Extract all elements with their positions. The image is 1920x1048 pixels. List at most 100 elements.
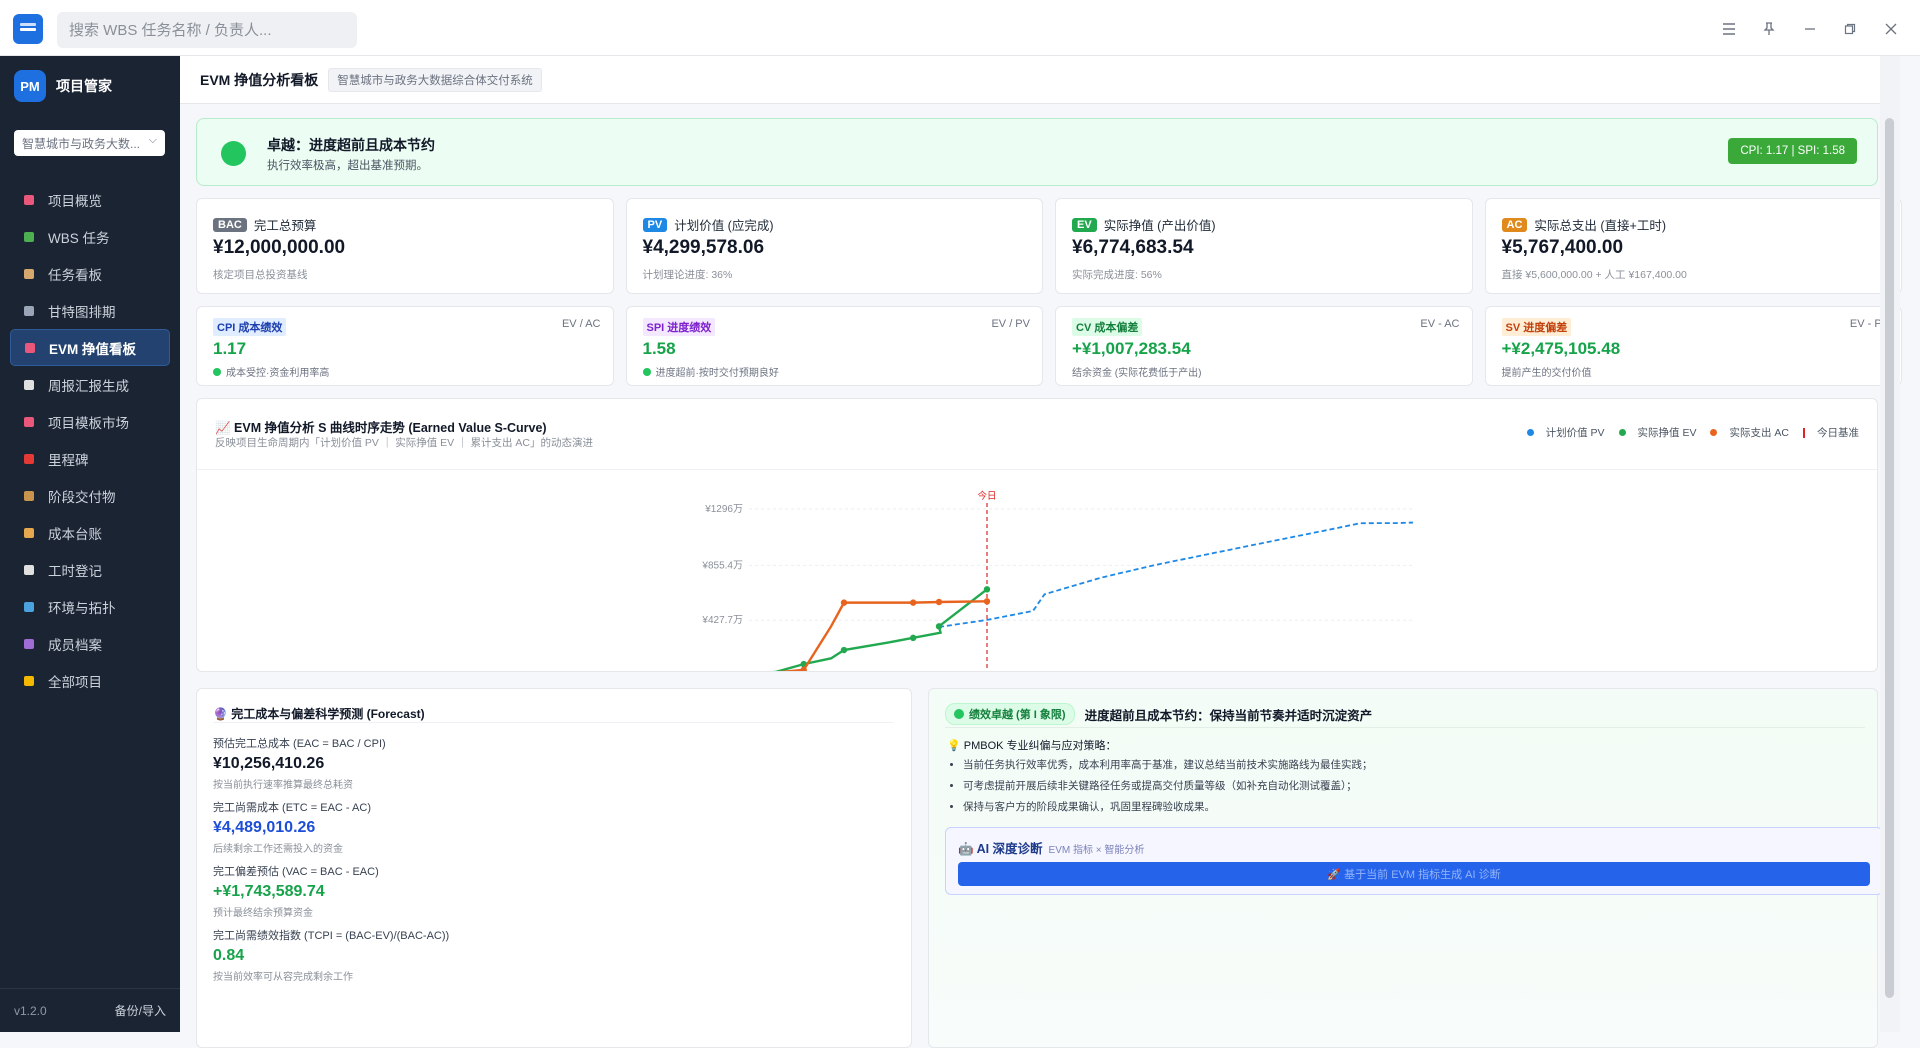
sidebar-item-10[interactable]: 工时登记 bbox=[0, 551, 180, 588]
y-tick-label: ¥1296万 bbox=[704, 504, 743, 515]
sidebar-item-5[interactable]: 周报汇报生成 bbox=[0, 366, 180, 403]
forecast-label: 完工偏差预估 (VAC = BAC - EAC) bbox=[213, 866, 379, 878]
chevron-down-icon: ⌵ bbox=[148, 134, 157, 146]
sidebar-item-label: 甘特图排期 bbox=[48, 304, 116, 320]
perf-card-0: CPI 成本绩效 EV / AC 1.17 成本受控·资金利用率高 bbox=[196, 306, 614, 386]
sidebar-item-label: 里程碑 bbox=[48, 452, 89, 468]
quadrant-badge-label: 绩效卓越 (第 I 象限) bbox=[969, 709, 1066, 721]
advice-card: 绩效卓越 (第 I 象限) 进度超前且成本节约：保持当前节奏并适时沉淀资产 💡 … bbox=[928, 688, 1883, 1048]
page-title: EVM 挣值分析看板 bbox=[200, 71, 319, 88]
sidebar-item-11[interactable]: 环境与拓扑 bbox=[0, 588, 180, 625]
sidebar-item-12[interactable]: 成员档案 bbox=[0, 625, 180, 662]
forecast-value: 0.84 bbox=[213, 947, 245, 964]
sidebar-item-1[interactable]: WBS 任务 bbox=[0, 218, 180, 255]
forecast-label: 完工尚需绩效指数 (TCPI = (BAC-EV)/(BAC-AC)) bbox=[213, 930, 450, 942]
forecast-desc: 按当前执行速率推算最终总耗资 bbox=[213, 780, 353, 791]
y-tick-label: ¥427.7万 bbox=[701, 615, 743, 626]
clipboard-icon bbox=[22, 267, 36, 281]
sidebar-item-label: WBS 任务 bbox=[48, 230, 110, 246]
menu-icon[interactable] bbox=[1718, 18, 1740, 40]
close-icon[interactable] bbox=[1880, 18, 1902, 40]
perf-label: CPI 成本绩效 bbox=[213, 318, 287, 336]
series-point bbox=[935, 623, 943, 630]
sidebar-item-0[interactable]: 项目概览 bbox=[0, 181, 180, 218]
project-select[interactable]: 智慧城市与政务大数... ⌵ bbox=[14, 130, 165, 156]
divider bbox=[945, 727, 1865, 728]
ai-hint: EVM 指标 × 智能分析 bbox=[1048, 845, 1145, 856]
forecast-label: 预估完工总成本 (EAC = BAC / CPI) bbox=[213, 738, 386, 750]
forecast-row: 完工偏差预估 (VAC = BAC - EAC) +¥1,743,589.74 预计… bbox=[213, 863, 379, 919]
forecast-label: 完工尚需成本 (ETC = EAC - AC) bbox=[213, 802, 371, 814]
y-tick-label: ¥0 bbox=[731, 670, 744, 671]
kpi-value: ¥12,000,000.00 bbox=[213, 237, 346, 258]
sidebar-item-4[interactable]: EVM 挣值看板 bbox=[10, 329, 170, 366]
globe-icon bbox=[22, 600, 36, 614]
scrollbar-thumb[interactable] bbox=[1885, 118, 1894, 998]
sidebar-item-label: 任务看板 bbox=[48, 267, 102, 283]
perf-sub: 结余资金 (实际花费低于产出) bbox=[1072, 364, 1201, 379]
sidebar-item-13[interactable]: 全部项目 bbox=[0, 662, 180, 699]
restore-icon[interactable] bbox=[1839, 18, 1861, 40]
kpi-sub: 核定项目总投资基线 bbox=[213, 269, 308, 281]
advice-header: 绩效卓越 (第 I 象限) 进度超前且成本节约：保持当前节奏并适时沉淀资产 bbox=[945, 703, 1372, 725]
generate-ai-diagnosis-button[interactable]: 🚀 基于当前 EVM 指标生成 AI 诊断 bbox=[958, 862, 1870, 886]
calendar-icon bbox=[22, 304, 36, 318]
perf-sub-text: 成本受控·资金利用率高 bbox=[226, 368, 330, 379]
scrollbar[interactable] bbox=[1880, 56, 1900, 1032]
series-point bbox=[840, 646, 848, 654]
sidebar-item-label: 阶段交付物 bbox=[48, 489, 116, 505]
forecast-value: +¥1,743,589.74 bbox=[213, 883, 325, 900]
y-tick-label: ¥855.4万 bbox=[701, 560, 743, 571]
forecast-desc: 预计最终结余预算资金 bbox=[213, 908, 313, 919]
banner-subtitle: 执行效率极高，超出基准预期。 bbox=[267, 160, 428, 172]
perf-card-2: CV 成本偏差 EV - AC +¥1,007,283.54 结余资金 (实际花费低于… bbox=[1055, 306, 1473, 386]
kpi-code-badge: AC bbox=[1501, 217, 1528, 232]
perf-formula: EV - AC bbox=[1420, 318, 1460, 330]
ai-title-text: 🤖 AI 深度诊断 bbox=[958, 842, 1043, 856]
strategy-title: 💡 PMBOK 专业纠偏与应对策略： bbox=[947, 740, 1117, 752]
forecast-row: 完工尚需成本 (ETC = EAC - AC) ¥4,489,010.26 后续剩余… bbox=[213, 799, 371, 855]
s-curve-chart: ¥0¥427.7万¥855.4万¥1296万05-0106-3008-2909-… bbox=[701, 490, 1414, 671]
kpi-value: ¥4,299,578.06 bbox=[642, 237, 765, 258]
sidebar-item-label: 工时登记 bbox=[48, 563, 102, 579]
sidebar-item-8[interactable]: 阶段交付物 bbox=[0, 477, 180, 514]
sidebar-item-3[interactable]: 甘特图排期 bbox=[0, 292, 180, 329]
perf-sub-text: 进度超前·按时交付预期良好 bbox=[655, 368, 779, 379]
forecast-value: ¥10,256,410.26 bbox=[213, 755, 325, 772]
sidebar-item-9[interactable]: 成本台账 bbox=[0, 514, 180, 551]
kpi-value: ¥5,767,400.00 bbox=[1501, 237, 1624, 258]
advice-title: 进度超前且成本节约：保持当前节奏并适时沉淀资产 bbox=[1084, 708, 1373, 723]
series-line-0 bbox=[938, 521, 1414, 628]
backup-import-button[interactable]: 备份/导入 bbox=[115, 1002, 166, 1019]
forecast-desc: 后续剩余工作还需投入的资金 bbox=[213, 844, 343, 855]
kpi-label-text: 实际总支出 (直接+工时) bbox=[1534, 219, 1666, 233]
forecast-card: 🔮 完工成本与偏差科学预测 (Forecast) 预估完工总成本 (EAC = … bbox=[196, 688, 912, 1048]
kpi-code-badge: BAC bbox=[213, 217, 247, 232]
package-icon bbox=[22, 489, 36, 503]
kpi-label-text: 完工总预算 bbox=[253, 219, 317, 233]
sidebar-item-2[interactable]: 任务看板 bbox=[0, 255, 180, 292]
money-bag-icon bbox=[22, 526, 36, 540]
sidebar-item-7[interactable]: 里程碑 bbox=[0, 440, 180, 477]
search-input[interactable] bbox=[57, 12, 357, 48]
perf-value: 1.58 bbox=[642, 339, 676, 358]
sidebar-item-label: 项目模板市场 bbox=[48, 415, 129, 431]
pin-icon[interactable] bbox=[1758, 18, 1780, 40]
sidebar-nav: 项目概览 WBS 任务 任务看板甘特图排期 EVM 挣值看板 周报汇报生成项目模板市场里… bbox=[0, 181, 180, 699]
minimize-icon[interactable] bbox=[1799, 18, 1821, 40]
perf-value: 1.17 bbox=[213, 339, 247, 358]
series-point bbox=[983, 598, 991, 605]
perf-sub: 进度超前·按时交付预期良好 bbox=[642, 364, 779, 379]
rocket-icon bbox=[22, 415, 36, 429]
status-dot-icon bbox=[954, 709, 964, 719]
kpi-sub: 实际完成进度: 56% bbox=[1072, 269, 1162, 281]
sidebar-footer: v1.2.0 备份/导入 bbox=[0, 988, 180, 1032]
folder-icon bbox=[22, 674, 36, 688]
strategy-item: 保持与客户方的阶段成果确认，巩固里程碑验收成果。 bbox=[963, 797, 1373, 818]
series-point bbox=[840, 599, 848, 606]
forecast-row: 完工尚需绩效指数 (TCPI = (BAC-EV)/(BAC-AC)) 0.84 按… bbox=[213, 927, 449, 983]
series-point bbox=[935, 598, 943, 606]
kpi-label: EV 实际挣值 (产出价值) bbox=[1072, 215, 1216, 234]
sidebar-item-6[interactable]: 项目模板市场 bbox=[0, 403, 180, 440]
banner-title: 卓越：进度超前且成本节约 bbox=[267, 137, 435, 153]
